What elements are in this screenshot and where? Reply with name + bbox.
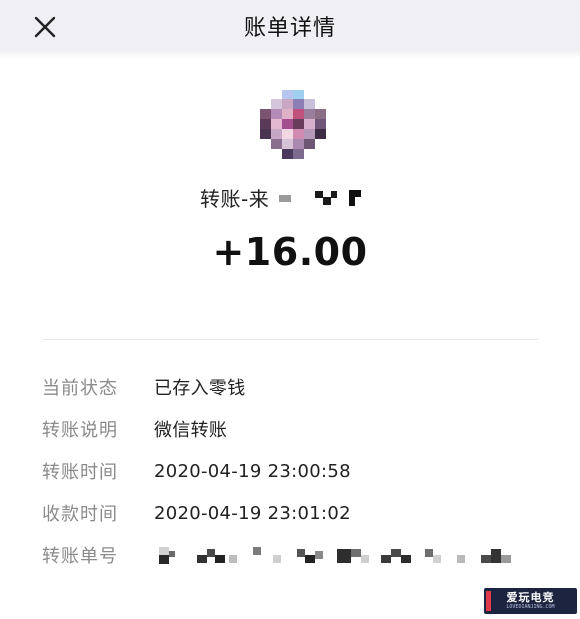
- page-title: 账单详情: [243, 16, 336, 41]
- watermark-accent: [486, 591, 491, 611]
- detail-row-order-number: 转账单号: [42, 540, 154, 570]
- detail-row-transfer-time: 转账时间 2020-04-19 23:00:58: [42, 456, 351, 486]
- transfer-source-label: 转账-来: [200, 186, 270, 211]
- nav-shadow: [0, 52, 580, 58]
- watermark-logo: 爱玩电竞 LOVEDIANJING.COM: [484, 588, 577, 614]
- detail-label: 当前状态: [42, 378, 118, 399]
- watermark-text: 爱玩电竞: [506, 591, 555, 604]
- avatar: [260, 90, 326, 159]
- detail-row-receive-time: 收款时间 2020-04-19 23:01:02: [42, 498, 351, 528]
- detail-row-status: 当前状态 已存入零钱: [42, 372, 246, 402]
- redacted-order-number-mosaic: [159, 547, 511, 564]
- close-icon[interactable]: [28, 10, 62, 44]
- bill-detail-screen: 账单详情 转账-来 +16.00 当前状态 已存入零钱 转账说明 微信转账 转账…: [0, 0, 580, 619]
- divider: [42, 339, 538, 340]
- detail-label: 转账说明: [42, 420, 118, 441]
- detail-label: 转账单号: [42, 546, 118, 567]
- redacted-name-mosaic: [279, 190, 362, 206]
- transfer-source: 转账-来: [200, 182, 367, 212]
- detail-label: 收款时间: [42, 504, 118, 525]
- watermark-subtext: LOVEDIANJING.COM: [506, 604, 555, 610]
- detail-row-note: 转账说明 微信转账: [42, 414, 227, 444]
- transfer-amount: +16.00: [212, 230, 368, 274]
- detail-value: 2020-04-19 23:00:58: [154, 460, 351, 482]
- detail-value: 已存入零钱: [154, 378, 246, 399]
- navigation-bar: 账单详情: [0, 0, 580, 52]
- detail-value: 微信转账: [154, 420, 228, 441]
- detail-value: 2020-04-19 23:01:02: [154, 502, 351, 524]
- detail-label: 转账时间: [42, 462, 118, 483]
